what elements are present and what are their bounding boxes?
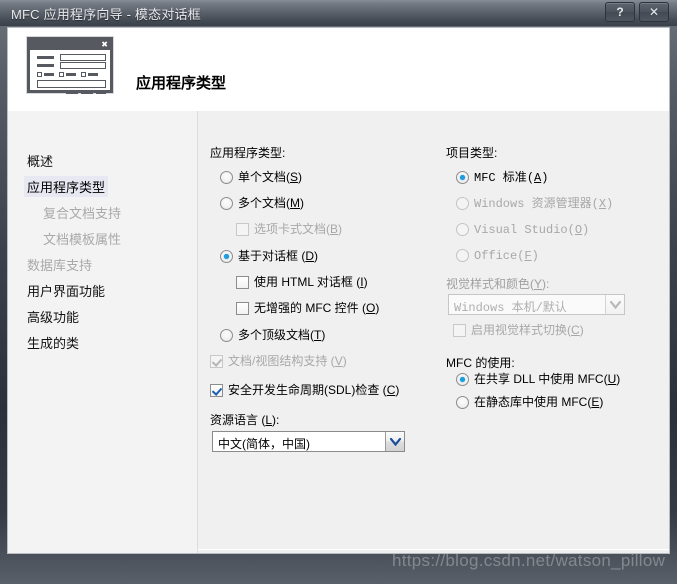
accel-key: (D): [298, 249, 319, 263]
visual-style-value: Windows 本机/默认: [454, 301, 567, 315]
radio-indicator[interactable]: [456, 396, 469, 409]
accel-key: (X): [591, 197, 614, 211]
option-label: MFC 标准: [474, 171, 527, 185]
checkbox-indicator: [236, 223, 249, 236]
option-label: 多个文档: [238, 196, 287, 210]
sidebar-item-database: 数据库支持: [27, 258, 93, 273]
app-type-group-label: 应用程序类型:: [210, 146, 286, 160]
check-sdl-checks[interactable]: 安全开发生命周期(SDL)检查 (C): [210, 383, 399, 397]
accel-key: (A): [526, 171, 549, 185]
radio-mfc-standard[interactable]: MFC 标准(A): [456, 170, 548, 185]
radio-indicator[interactable]: [220, 197, 233, 210]
option-label: 安全开发生命周期(SDL)检查: [228, 383, 380, 397]
checkbox-indicator: [210, 355, 223, 368]
wizard-button-bar: < 上一步 下一步 > 完成 取消: [198, 549, 669, 553]
page-title: 应用程序类型: [136, 75, 227, 92]
checkbox-indicator: [453, 324, 466, 337]
radio-use-mfc-static-lib[interactable]: 在静态库中使用 MFC(E): [456, 395, 603, 409]
chevron-down-icon[interactable]: [385, 432, 404, 451]
window-title: MFC 应用程序向导 - 模态对话框: [11, 7, 201, 22]
option-label: 无增强的 MFC 控件: [254, 301, 359, 315]
sidebar-item-app-type[interactable]: 应用程序类型: [24, 176, 109, 197]
accel-key: (O): [358, 301, 380, 315]
close-button[interactable]: ✕: [639, 2, 669, 22]
option-label: 基于对话框: [238, 249, 299, 263]
radio-use-mfc-shared-dll[interactable]: 在共享 DLL 中使用 MFC(U): [456, 372, 620, 386]
sidebar-item-generated-classes[interactable]: 生成的类: [24, 332, 82, 353]
radio-indicator[interactable]: [456, 171, 469, 184]
wizard-sidebar: 概述 应用程序类型 复合文档支持 文档模板属性 数据库支持 用户界面功能 高级功…: [8, 111, 198, 553]
accel-key: (C): [567, 323, 584, 337]
radio-indicator[interactable]: [220, 171, 233, 184]
radio-indicator: [456, 223, 469, 236]
radio-windows-explorer: Windows 资源管理器(X): [456, 196, 613, 211]
visual-style-label: 视觉样式和颜色(Y):: [446, 277, 550, 291]
check-enable-visual-style-switching: 启用视觉样式切换(C): [453, 323, 584, 337]
title-bar[interactable]: MFC 应用程序向导 - 模态对话框 ? ✕: [0, 0, 677, 26]
check-tabbed-documents: 选项卡式文档(B): [236, 222, 342, 236]
accel-key: (M): [286, 196, 305, 210]
radio-single-document[interactable]: 单个文档(S): [220, 170, 302, 184]
check-doc-view-support: 文档/视图结构支持 (V): [210, 354, 347, 368]
option-label: Windows 资源管理器: [474, 197, 592, 211]
option-label: 使用 HTML 对话框: [254, 275, 353, 289]
radio-multiple-documents[interactable]: 多个文档(M): [220, 196, 304, 210]
resource-language-label: 资源语言 (L):: [210, 413, 280, 427]
visual-style-combo: Windows 本机/默认: [448, 294, 625, 315]
accel-key: (V): [327, 354, 347, 368]
sidebar-item-overview[interactable]: 概述: [24, 150, 56, 171]
resource-language-combo[interactable]: 中文(简体，中国): [212, 431, 405, 452]
checkbox-indicator[interactable]: [236, 276, 249, 289]
accel-key: (S): [286, 170, 303, 184]
radio-multiple-top-level-documents[interactable]: 多个顶级文档(T): [220, 328, 325, 342]
radio-indicator: [456, 197, 469, 210]
accel-key: (E): [587, 395, 604, 409]
mfc-usage-group-label: MFC 的使用:: [446, 356, 515, 370]
accel-key: (I): [352, 275, 368, 289]
radio-indicator[interactable]: [456, 373, 469, 386]
accel-key: (T): [310, 328, 326, 342]
option-label: 单个文档: [238, 170, 287, 184]
radio-indicator: [456, 249, 469, 262]
radio-office: Office(F): [456, 248, 539, 263]
option-label: 选项卡式文档: [254, 222, 327, 236]
wizard-window: MFC 应用程序向导 - 模态对话框 ? ✕ ✖ 应用程序类型 概述 应用程序类…: [0, 0, 677, 584]
accel-key: (C): [379, 383, 400, 397]
dialog-client-area: ✖ 应用程序类型 概述 应用程序类型 复合文档支持 文档模板属性 数据库支持 用…: [7, 27, 670, 554]
wizard-main-pane: 应用程序类型: 单个文档(S) 多个文档(M) 选项卡式文档(B) 基于对话框 …: [198, 111, 669, 549]
sidebar-item-doc-template: 文档模板属性: [43, 232, 122, 247]
watermark-text: https://blog.csdn.net/watson_pillow: [392, 551, 666, 570]
option-label: 多个顶级文档: [238, 328, 311, 342]
thumbnail-titlebar: [30, 40, 110, 50]
radio-visual-studio: Visual Studio(O): [456, 222, 589, 237]
page-header: ✖ 应用程序类型: [8, 28, 669, 110]
sidebar-item-advanced[interactable]: 高级功能: [24, 306, 82, 327]
checkbox-indicator[interactable]: [210, 384, 223, 397]
accel-key: (F): [517, 249, 539, 263]
chevron-down-icon: [605, 295, 624, 314]
option-label: 文档/视图结构支持: [228, 354, 328, 368]
sidebar-item-compound-doc: 复合文档支持: [43, 206, 122, 221]
accel-key: (B): [326, 222, 343, 236]
sidebar-item-ui-features[interactable]: 用户界面功能: [24, 280, 108, 301]
accel-key: (O): [567, 223, 590, 237]
project-type-group-label: 项目类型:: [446, 146, 498, 160]
thumbnail-close-icon: ✖: [101, 40, 108, 49]
option-label: 启用视觉样式切换: [471, 323, 568, 337]
option-label: 在静态库中使用 MFC: [474, 395, 588, 409]
help-button[interactable]: ?: [605, 2, 635, 22]
radio-dialog-based[interactable]: 基于对话框 (D): [220, 249, 318, 263]
radio-indicator[interactable]: [220, 329, 233, 342]
check-no-enhanced-mfc-controls[interactable]: 无增强的 MFC 控件 (O): [236, 301, 379, 315]
checkbox-indicator[interactable]: [236, 302, 249, 315]
option-label: Visual Studio: [474, 223, 568, 237]
resource-language-value: 中文(简体，中国): [218, 437, 310, 451]
option-label: Office: [474, 249, 518, 263]
check-use-html-dialog[interactable]: 使用 HTML 对话框 (I): [236, 275, 368, 289]
option-label: 在共享 DLL 中使用 MFC: [474, 372, 604, 386]
dialog-preview-thumbnail: ✖: [26, 36, 114, 94]
accel-key: (U): [603, 372, 621, 386]
radio-indicator[interactable]: [220, 250, 233, 263]
